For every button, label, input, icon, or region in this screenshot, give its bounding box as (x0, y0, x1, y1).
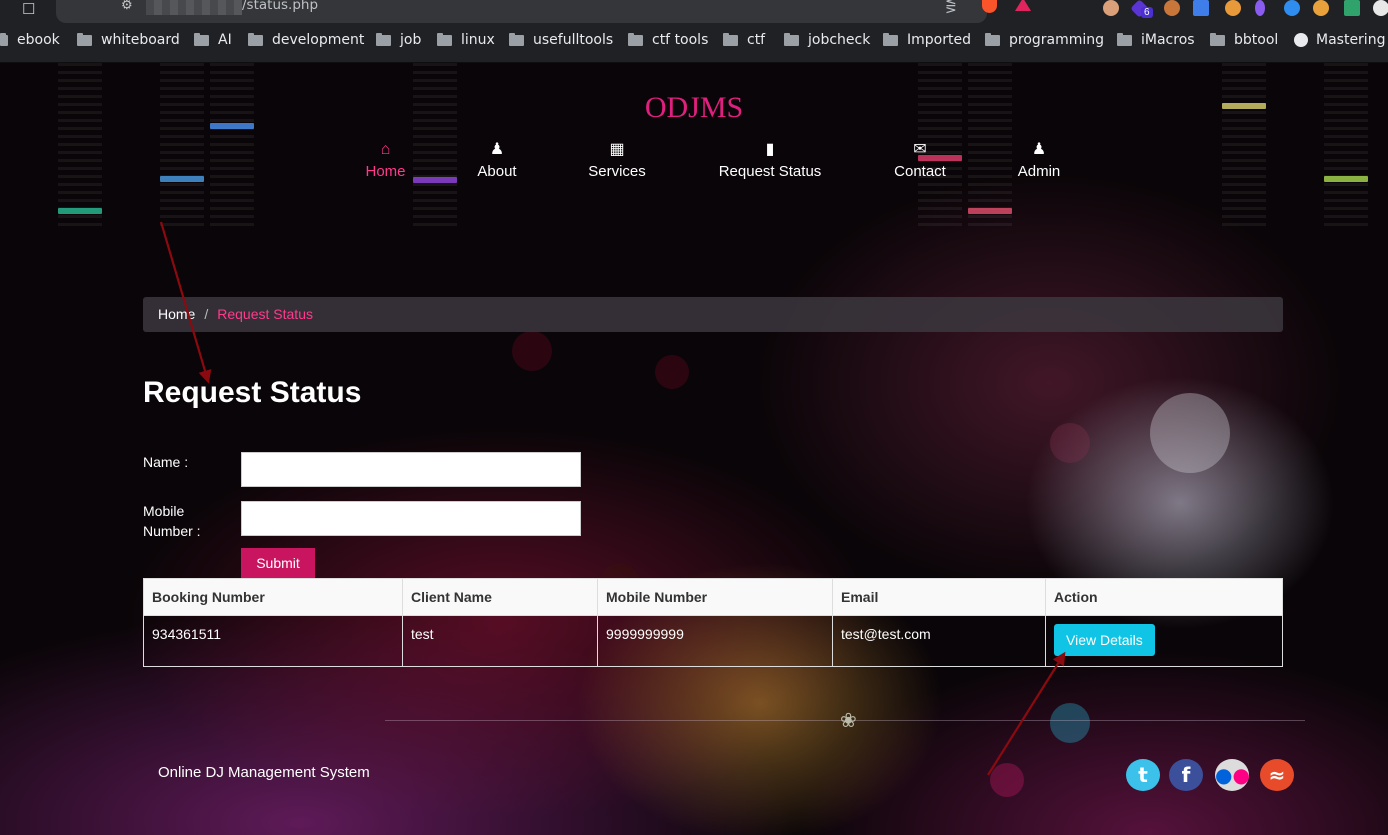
file-icon: ▮ (765, 141, 775, 158)
user-icon: ♟ (489, 141, 505, 158)
folder-icon (509, 32, 524, 46)
envelope-icon: ✉ (913, 141, 927, 158)
folder-icon (1210, 32, 1225, 46)
cell-booking-number: 934361511 (143, 615, 403, 667)
bookmark-programming[interactable]: programming (985, 32, 1104, 48)
bookmark-development[interactable]: development (248, 32, 364, 48)
page-title: Request Status (143, 376, 362, 409)
cell-mobile-number: 9999999999 (597, 615, 833, 667)
nav-request-status[interactable]: ▮ Request Status (710, 141, 830, 180)
bookmark-mastering[interactable]: Mastering (1294, 32, 1385, 48)
bookmark-job[interactable]: job (376, 32, 421, 48)
page: ODJMS ⌂ Home ♟ About ▦ Services ▮ Reques… (0, 63, 1388, 835)
header-email: Email (832, 578, 1046, 616)
folder-icon (0, 32, 8, 46)
main-nav: ⌂ Home ♟ About ▦ Services ▮ Request Stat… (0, 141, 1388, 191)
view-details-button[interactable]: View Details (1054, 624, 1155, 656)
breadcrumb-separator: / (204, 306, 209, 322)
bookmark-bbtool[interactable]: bbtool (1210, 32, 1278, 48)
bookmark-ai[interactable]: AI (194, 32, 232, 48)
site-logo[interactable]: ODJMS (0, 91, 1388, 125)
breadcrumb: Home / Request Status (143, 297, 1283, 332)
folder-icon (1117, 32, 1132, 46)
footer-ornament-icon: ❀ (840, 710, 857, 732)
cell-action: View Details (1045, 615, 1283, 667)
nav-admin[interactable]: ♟ Admin (1012, 141, 1066, 180)
extension-face-icon[interactable] (1103, 0, 1119, 16)
folder-icon (77, 32, 92, 46)
bookmark-imacros[interactable]: iMacros (1117, 32, 1195, 48)
extension-person-icon[interactable] (1313, 0, 1329, 16)
twitter-icon[interactable]: t (1126, 759, 1160, 791)
header-booking-number: Booking Number (143, 578, 403, 616)
cell-client-name: test (402, 615, 598, 667)
table-header-row: Booking Number Client Name Mobile Number… (143, 578, 1283, 616)
folder-icon (437, 32, 452, 46)
cookie-icon[interactable] (1164, 0, 1180, 16)
brave-rewards-icon[interactable] (1015, 0, 1031, 11)
cookie-blocker-icon[interactable] (1225, 0, 1241, 16)
folder-icon (784, 32, 799, 46)
bookmark-page-icon[interactable]: ☐ (22, 0, 35, 18)
browser-chrome: ☐ ⚙ /status.php ⋚ 6 ebook whiteboard AI … (0, 0, 1388, 63)
site-info-icon[interactable]: ⚙ (121, 0, 133, 13)
mobile-label-line1: Mobile (143, 503, 185, 519)
mobile-label-line2: Number : (143, 523, 201, 539)
rss-icon[interactable]: ≈ (1260, 759, 1294, 791)
bookmark-usefulltools[interactable]: usefulltools (509, 32, 613, 48)
header-action: Action (1045, 578, 1283, 616)
extension-drop-icon[interactable] (1255, 0, 1265, 16)
folder-icon (723, 32, 738, 46)
globe-ext-icon[interactable] (1284, 0, 1300, 16)
breadcrumb-current: Request Status (217, 306, 313, 322)
footer-text: Online DJ Management System (158, 764, 370, 781)
globe-icon (1294, 33, 1308, 47)
user-icon: ♟ (1031, 141, 1047, 158)
mobile-number-input[interactable] (241, 501, 581, 536)
breadcrumb-home[interactable]: Home (158, 306, 195, 322)
nav-contact[interactable]: ✉ Contact (888, 141, 952, 180)
submit-button[interactable]: Submit (241, 548, 315, 578)
extension-counter-icon[interactable] (1373, 0, 1388, 16)
calendar-icon: ▦ (609, 141, 625, 158)
translate-icon[interactable] (1193, 0, 1209, 16)
address-bar[interactable]: ⚙ /status.php ⋚ (56, 0, 1031, 23)
redacted-host (146, 0, 242, 15)
table-row: 934361511 test 9999999999 test@test.com … (143, 615, 1283, 667)
header-mobile-number: Mobile Number (597, 578, 833, 616)
bookmark-imported[interactable]: Imported (883, 32, 971, 48)
header-client-name: Client Name (402, 578, 598, 616)
folder-icon (883, 32, 898, 46)
bookmark-jobcheck[interactable]: jobcheck (784, 32, 870, 48)
nav-about[interactable]: ♟ About (471, 141, 523, 180)
folder-icon (194, 32, 209, 46)
brave-shields-icon[interactable] (982, 0, 997, 13)
results-table: Booking Number Client Name Mobile Number… (143, 578, 1283, 667)
facebook-icon[interactable]: f (1169, 759, 1203, 791)
bookmark-ctf[interactable]: ctf (723, 32, 765, 48)
folder-icon (985, 32, 1000, 46)
folder-icon (628, 32, 643, 46)
extension-tab-icon[interactable] (1344, 0, 1360, 16)
home-icon: ⌂ (380, 141, 391, 158)
folder-icon (248, 32, 263, 46)
bookmark-ebook[interactable]: ebook (0, 32, 60, 48)
folder-icon (376, 32, 391, 46)
cell-email: test@test.com (832, 615, 1046, 667)
nav-services[interactable]: ▦ Services (581, 141, 653, 180)
extension-badge: 6 (1141, 7, 1153, 18)
bookmark-linux[interactable]: linux (437, 32, 495, 48)
flickr-icon[interactable]: ●● (1215, 759, 1250, 791)
url-text[interactable]: /status.php (242, 0, 318, 13)
name-input[interactable] (241, 452, 581, 487)
nav-home[interactable]: ⌂ Home (360, 141, 411, 180)
bookmark-ctf-tools[interactable]: ctf tools (628, 32, 708, 48)
share-icon[interactable]: ⋚ (945, 0, 957, 14)
name-label: Name : (143, 454, 189, 470)
bookmark-whiteboard[interactable]: whiteboard (77, 32, 180, 48)
